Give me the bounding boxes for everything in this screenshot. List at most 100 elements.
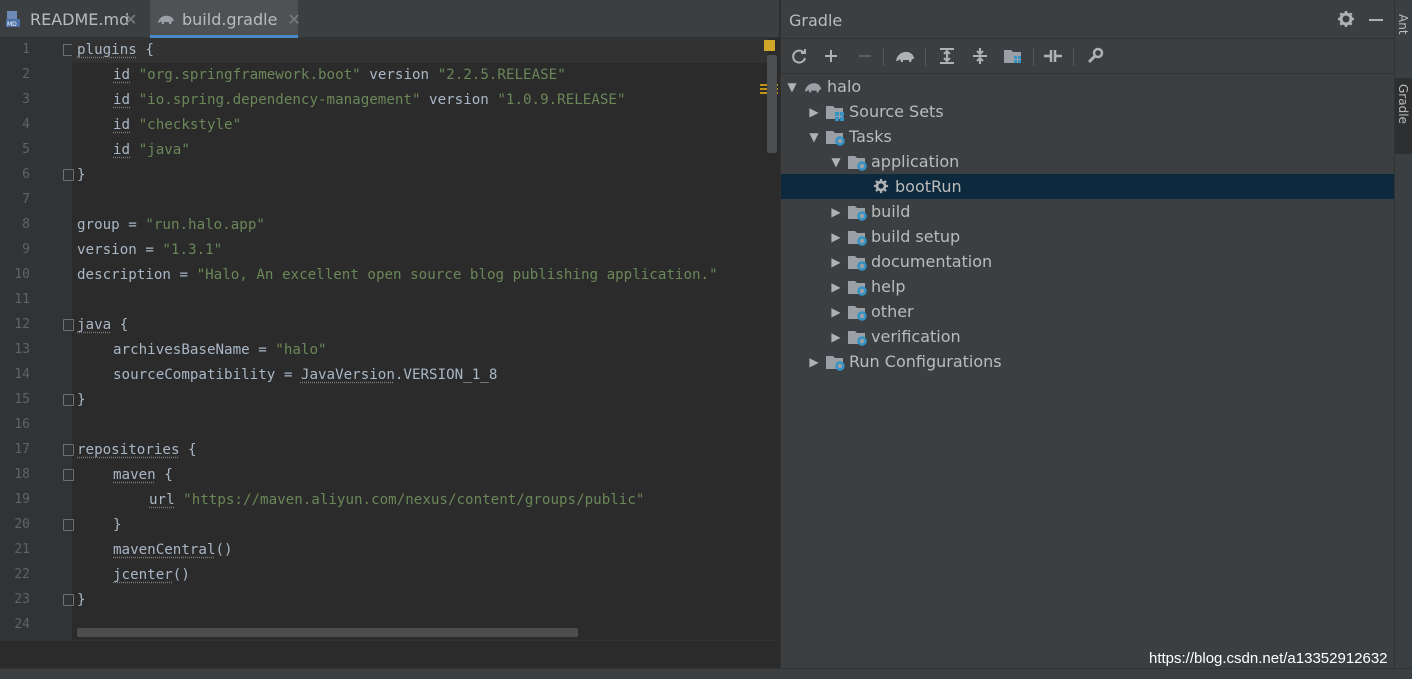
line-number: 6 <box>22 167 30 182</box>
right-tool-strip: ✱ Ant ◆ Gradle <box>1394 0 1412 668</box>
line-number: 10 <box>14 267 30 282</box>
line-number: 23 <box>14 592 30 607</box>
line-number: 4 <box>22 117 30 132</box>
code-line: java { <box>77 317 129 333</box>
line-number: 1 <box>22 42 30 57</box>
status-bar <box>0 668 1412 679</box>
code-line: sourceCompatibility = JavaVersion.VERSIO… <box>113 367 498 383</box>
code-line: mavenCentral() <box>113 542 233 558</box>
add-icon[interactable] <box>819 44 843 68</box>
tree-node-verification[interactable]: ▶ verification <box>829 324 960 349</box>
code-line: id "org.springframework.boot" version "2… <box>113 67 566 83</box>
remove-icon[interactable] <box>853 44 877 68</box>
refresh-icon[interactable] <box>787 44 811 68</box>
line-number: 8 <box>22 217 30 232</box>
gradle-elephant-icon[interactable] <box>893 44 917 68</box>
collapsed-arrow-icon[interactable]: ▶ <box>807 355 821 369</box>
collapsed-arrow-icon[interactable]: ▶ <box>829 280 843 294</box>
code-line: } <box>77 392 86 408</box>
code-line: archivesBaseName = "halo" <box>113 342 327 358</box>
code-editor[interactable]: MD README.md build.gradle ✕ ✕ 1 2 3 4 5 … <box>0 0 779 640</box>
line-number: 18 <box>14 467 30 482</box>
horizontal-scrollbar[interactable] <box>77 628 578 637</box>
node-label: build <box>871 202 911 221</box>
fold-marker-icon[interactable] <box>63 394 74 406</box>
line-number: 17 <box>14 442 30 457</box>
line-number: 2 <box>22 67 30 82</box>
gradle-side-tab[interactable]: ◆ Gradle <box>1396 84 1412 124</box>
node-label: application <box>871 152 960 171</box>
tree-node-tasks[interactable]: ▼ Tasks <box>807 124 892 149</box>
task-folder-icon <box>847 303 867 321</box>
collapsed-arrow-icon[interactable]: ▶ <box>829 305 843 319</box>
group-modules-icon[interactable] <box>1001 44 1025 68</box>
tree-node-run-configurations[interactable]: ▶ Run Configurations <box>807 349 1001 374</box>
line-number: 3 <box>22 92 30 107</box>
task-folder-icon <box>847 328 867 346</box>
collapsed-arrow-icon[interactable]: ▶ <box>829 255 843 269</box>
collapsed-arrow-icon[interactable]: ▶ <box>829 230 843 244</box>
task-folder-icon <box>847 253 867 271</box>
expanded-arrow-icon[interactable]: ▼ <box>829 155 843 169</box>
line-number: 7 <box>22 192 30 207</box>
expand-all-icon[interactable] <box>935 44 959 68</box>
tree-node-build[interactable]: ▶ build <box>829 199 910 224</box>
code-line: version = "1.3.1" <box>77 242 223 258</box>
toggle-offline-icon[interactable] <box>1041 44 1065 68</box>
tab-build-gradle[interactable]: build.gradle ✕ <box>150 0 301 38</box>
collapsed-arrow-icon[interactable]: ▶ <box>807 105 821 119</box>
collapsed-arrow-icon[interactable]: ▶ <box>829 205 843 219</box>
tree-node-source-sets[interactable]: ▶ Source Sets <box>807 99 943 124</box>
close-tab-icon[interactable]: ✕ <box>287 10 300 29</box>
code-line: plugins { <box>77 42 154 58</box>
task-folder-icon <box>847 203 867 221</box>
code-line: jcenter() <box>113 567 190 583</box>
tree-node-other[interactable]: ▶ other <box>829 299 913 324</box>
ant-side-tab[interactable]: ✱ Ant <box>1396 14 1412 35</box>
tree-node-application[interactable]: ▼ application <box>829 149 959 174</box>
fold-marker-icon[interactable] <box>63 319 74 331</box>
collapsed-arrow-icon[interactable]: ▶ <box>829 330 843 344</box>
settings-wrench-icon[interactable] <box>1083 44 1107 68</box>
code-area[interactable]: plugins { id "org.springframework.boot" … <box>77 38 767 630</box>
node-label: help <box>871 277 906 296</box>
warning-marker[interactable] <box>764 40 775 51</box>
line-number: 15 <box>14 392 30 407</box>
tree-node-halo[interactable]: ▼ halo <box>785 74 861 99</box>
collapse-all-icon[interactable] <box>968 44 992 68</box>
task-folder-icon <box>825 353 845 371</box>
fold-marker-icon[interactable] <box>63 594 74 606</box>
tree-node-build-setup[interactable]: ▶ build setup <box>829 224 960 249</box>
code-line: repositories { <box>77 442 197 458</box>
fold-marker-icon[interactable] <box>63 169 74 181</box>
task-folder-icon <box>847 228 867 246</box>
line-number: 21 <box>14 542 30 557</box>
code-line: group = "run.halo.app" <box>77 217 265 233</box>
side-tab-label: Ant <box>1396 14 1410 35</box>
fold-marker-icon[interactable] <box>63 444 74 456</box>
code-line: id "checkstyle" <box>113 117 242 133</box>
close-tab-icon[interactable]: ✕ <box>124 10 137 29</box>
tree-node-documentation[interactable]: ▶ documentation <box>829 249 992 274</box>
fold-marker-icon[interactable] <box>63 469 74 481</box>
line-number: 9 <box>22 242 30 257</box>
expanded-arrow-icon[interactable]: ▼ <box>807 130 821 144</box>
task-folder-icon <box>847 153 867 171</box>
tree-node-help[interactable]: ▶ help <box>829 274 906 299</box>
minimize-icon[interactable] <box>1369 19 1383 21</box>
watermark-text: https://blog.csdn.net/a13352912632 <box>1149 650 1388 667</box>
fold-marker-icon[interactable] <box>63 519 74 531</box>
node-label: Tasks <box>849 127 892 146</box>
vertical-scrollbar[interactable] <box>767 55 777 153</box>
gradle-elephant-icon <box>803 78 823 96</box>
gradle-toolbar <box>781 38 1395 74</box>
code-line: id "java" <box>113 142 190 158</box>
expanded-arrow-icon[interactable]: ▼ <box>785 80 799 94</box>
tab-readme[interactable]: MD README.md <box>4 0 129 38</box>
tree-node-bootrun[interactable]: bootRun <box>873 174 962 199</box>
gear-icon[interactable] <box>1337 10 1355 28</box>
line-number: 11 <box>14 292 30 307</box>
code-line: } <box>113 517 122 533</box>
gear-icon <box>873 178 891 196</box>
line-number: 19 <box>14 492 30 507</box>
